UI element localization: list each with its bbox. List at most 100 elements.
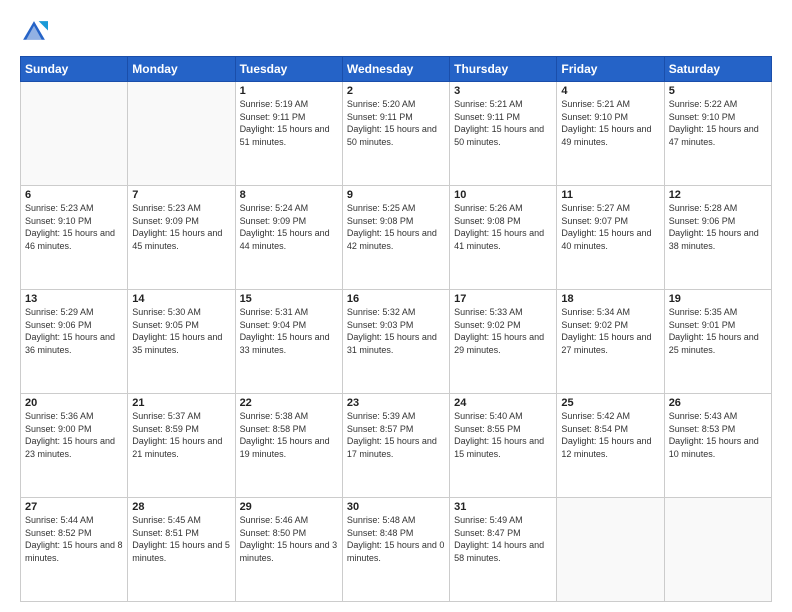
day-number: 21 xyxy=(132,397,230,409)
logo xyxy=(20,18,52,46)
calendar-cell: 6Sunrise: 5:23 AMSunset: 9:10 PMDaylight… xyxy=(21,186,128,290)
day-number: 18 xyxy=(561,293,659,305)
calendar-cell: 28Sunrise: 5:45 AMSunset: 8:51 PMDayligh… xyxy=(128,498,235,602)
day-info: Sunrise: 5:27 AMSunset: 9:07 PMDaylight:… xyxy=(561,202,659,252)
day-info: Sunrise: 5:20 AMSunset: 9:11 PMDaylight:… xyxy=(347,98,445,148)
day-info: Sunrise: 5:48 AMSunset: 8:48 PMDaylight:… xyxy=(347,514,445,564)
calendar-cell: 22Sunrise: 5:38 AMSunset: 8:58 PMDayligh… xyxy=(235,394,342,498)
calendar-cell: 9Sunrise: 5:25 AMSunset: 9:08 PMDaylight… xyxy=(342,186,449,290)
calendar-cell: 14Sunrise: 5:30 AMSunset: 9:05 PMDayligh… xyxy=(128,290,235,394)
day-info: Sunrise: 5:19 AMSunset: 9:11 PMDaylight:… xyxy=(240,98,338,148)
day-info: Sunrise: 5:25 AMSunset: 9:08 PMDaylight:… xyxy=(347,202,445,252)
calendar-cell: 2Sunrise: 5:20 AMSunset: 9:11 PMDaylight… xyxy=(342,82,449,186)
calendar-cell xyxy=(557,498,664,602)
weekday-header-friday: Friday xyxy=(557,57,664,82)
day-number: 10 xyxy=(454,189,552,201)
day-number: 9 xyxy=(347,189,445,201)
day-number: 6 xyxy=(25,189,123,201)
day-info: Sunrise: 5:33 AMSunset: 9:02 PMDaylight:… xyxy=(454,306,552,356)
calendar-cell: 18Sunrise: 5:34 AMSunset: 9:02 PMDayligh… xyxy=(557,290,664,394)
weekday-header-sunday: Sunday xyxy=(21,57,128,82)
day-info: Sunrise: 5:28 AMSunset: 9:06 PMDaylight:… xyxy=(669,202,767,252)
day-info: Sunrise: 5:24 AMSunset: 9:09 PMDaylight:… xyxy=(240,202,338,252)
week-row-3: 13Sunrise: 5:29 AMSunset: 9:06 PMDayligh… xyxy=(21,290,772,394)
day-number: 5 xyxy=(669,85,767,97)
calendar-cell: 25Sunrise: 5:42 AMSunset: 8:54 PMDayligh… xyxy=(557,394,664,498)
day-number: 25 xyxy=(561,397,659,409)
day-info: Sunrise: 5:44 AMSunset: 8:52 PMDaylight:… xyxy=(25,514,123,564)
calendar-cell: 30Sunrise: 5:48 AMSunset: 8:48 PMDayligh… xyxy=(342,498,449,602)
day-info: Sunrise: 5:43 AMSunset: 8:53 PMDaylight:… xyxy=(669,410,767,460)
day-number: 19 xyxy=(669,293,767,305)
week-row-4: 20Sunrise: 5:36 AMSunset: 9:00 PMDayligh… xyxy=(21,394,772,498)
day-number: 17 xyxy=(454,293,552,305)
day-number: 4 xyxy=(561,85,659,97)
calendar-cell: 27Sunrise: 5:44 AMSunset: 8:52 PMDayligh… xyxy=(21,498,128,602)
calendar-cell: 23Sunrise: 5:39 AMSunset: 8:57 PMDayligh… xyxy=(342,394,449,498)
day-info: Sunrise: 5:45 AMSunset: 8:51 PMDaylight:… xyxy=(132,514,230,564)
day-info: Sunrise: 5:21 AMSunset: 9:11 PMDaylight:… xyxy=(454,98,552,148)
day-number: 14 xyxy=(132,293,230,305)
day-info: Sunrise: 5:23 AMSunset: 9:10 PMDaylight:… xyxy=(25,202,123,252)
calendar-cell: 21Sunrise: 5:37 AMSunset: 8:59 PMDayligh… xyxy=(128,394,235,498)
day-info: Sunrise: 5:39 AMSunset: 8:57 PMDaylight:… xyxy=(347,410,445,460)
day-number: 16 xyxy=(347,293,445,305)
day-info: Sunrise: 5:37 AMSunset: 8:59 PMDaylight:… xyxy=(132,410,230,460)
calendar-cell xyxy=(128,82,235,186)
calendar-cell: 20Sunrise: 5:36 AMSunset: 9:00 PMDayligh… xyxy=(21,394,128,498)
day-number: 13 xyxy=(25,293,123,305)
calendar-cell: 13Sunrise: 5:29 AMSunset: 9:06 PMDayligh… xyxy=(21,290,128,394)
day-number: 2 xyxy=(347,85,445,97)
day-info: Sunrise: 5:40 AMSunset: 8:55 PMDaylight:… xyxy=(454,410,552,460)
calendar-cell xyxy=(664,498,771,602)
day-number: 31 xyxy=(454,501,552,513)
calendar-cell: 16Sunrise: 5:32 AMSunset: 9:03 PMDayligh… xyxy=(342,290,449,394)
day-number: 27 xyxy=(25,501,123,513)
calendar-cell: 19Sunrise: 5:35 AMSunset: 9:01 PMDayligh… xyxy=(664,290,771,394)
week-row-5: 27Sunrise: 5:44 AMSunset: 8:52 PMDayligh… xyxy=(21,498,772,602)
weekday-header-monday: Monday xyxy=(128,57,235,82)
day-number: 24 xyxy=(454,397,552,409)
day-number: 8 xyxy=(240,189,338,201)
day-info: Sunrise: 5:30 AMSunset: 9:05 PMDaylight:… xyxy=(132,306,230,356)
day-number: 29 xyxy=(240,501,338,513)
calendar-cell: 17Sunrise: 5:33 AMSunset: 9:02 PMDayligh… xyxy=(450,290,557,394)
calendar-cell: 26Sunrise: 5:43 AMSunset: 8:53 PMDayligh… xyxy=(664,394,771,498)
day-info: Sunrise: 5:21 AMSunset: 9:10 PMDaylight:… xyxy=(561,98,659,148)
day-info: Sunrise: 5:46 AMSunset: 8:50 PMDaylight:… xyxy=(240,514,338,564)
calendar-cell: 24Sunrise: 5:40 AMSunset: 8:55 PMDayligh… xyxy=(450,394,557,498)
day-info: Sunrise: 5:23 AMSunset: 9:09 PMDaylight:… xyxy=(132,202,230,252)
calendar-table: SundayMondayTuesdayWednesdayThursdayFrid… xyxy=(20,56,772,602)
calendar-cell: 1Sunrise: 5:19 AMSunset: 9:11 PMDaylight… xyxy=(235,82,342,186)
calendar-cell: 29Sunrise: 5:46 AMSunset: 8:50 PMDayligh… xyxy=(235,498,342,602)
calendar-cell xyxy=(21,82,128,186)
day-info: Sunrise: 5:32 AMSunset: 9:03 PMDaylight:… xyxy=(347,306,445,356)
calendar-cell: 4Sunrise: 5:21 AMSunset: 9:10 PMDaylight… xyxy=(557,82,664,186)
page: SundayMondayTuesdayWednesdayThursdayFrid… xyxy=(0,0,792,612)
day-info: Sunrise: 5:26 AMSunset: 9:08 PMDaylight:… xyxy=(454,202,552,252)
weekday-header-row: SundayMondayTuesdayWednesdayThursdayFrid… xyxy=(21,57,772,82)
day-info: Sunrise: 5:22 AMSunset: 9:10 PMDaylight:… xyxy=(669,98,767,148)
day-info: Sunrise: 5:29 AMSunset: 9:06 PMDaylight:… xyxy=(25,306,123,356)
day-number: 26 xyxy=(669,397,767,409)
day-number: 1 xyxy=(240,85,338,97)
day-number: 12 xyxy=(669,189,767,201)
weekday-header-wednesday: Wednesday xyxy=(342,57,449,82)
calendar-cell: 8Sunrise: 5:24 AMSunset: 9:09 PMDaylight… xyxy=(235,186,342,290)
day-info: Sunrise: 5:38 AMSunset: 8:58 PMDaylight:… xyxy=(240,410,338,460)
weekday-header-tuesday: Tuesday xyxy=(235,57,342,82)
day-number: 11 xyxy=(561,189,659,201)
day-number: 15 xyxy=(240,293,338,305)
weekday-header-saturday: Saturday xyxy=(664,57,771,82)
day-info: Sunrise: 5:35 AMSunset: 9:01 PMDaylight:… xyxy=(669,306,767,356)
calendar-cell: 7Sunrise: 5:23 AMSunset: 9:09 PMDaylight… xyxy=(128,186,235,290)
calendar-cell: 10Sunrise: 5:26 AMSunset: 9:08 PMDayligh… xyxy=(450,186,557,290)
calendar-cell: 5Sunrise: 5:22 AMSunset: 9:10 PMDaylight… xyxy=(664,82,771,186)
week-row-1: 1Sunrise: 5:19 AMSunset: 9:11 PMDaylight… xyxy=(21,82,772,186)
day-info: Sunrise: 5:34 AMSunset: 9:02 PMDaylight:… xyxy=(561,306,659,356)
header xyxy=(20,18,772,46)
day-info: Sunrise: 5:36 AMSunset: 9:00 PMDaylight:… xyxy=(25,410,123,460)
day-number: 7 xyxy=(132,189,230,201)
day-info: Sunrise: 5:42 AMSunset: 8:54 PMDaylight:… xyxy=(561,410,659,460)
weekday-header-thursday: Thursday xyxy=(450,57,557,82)
